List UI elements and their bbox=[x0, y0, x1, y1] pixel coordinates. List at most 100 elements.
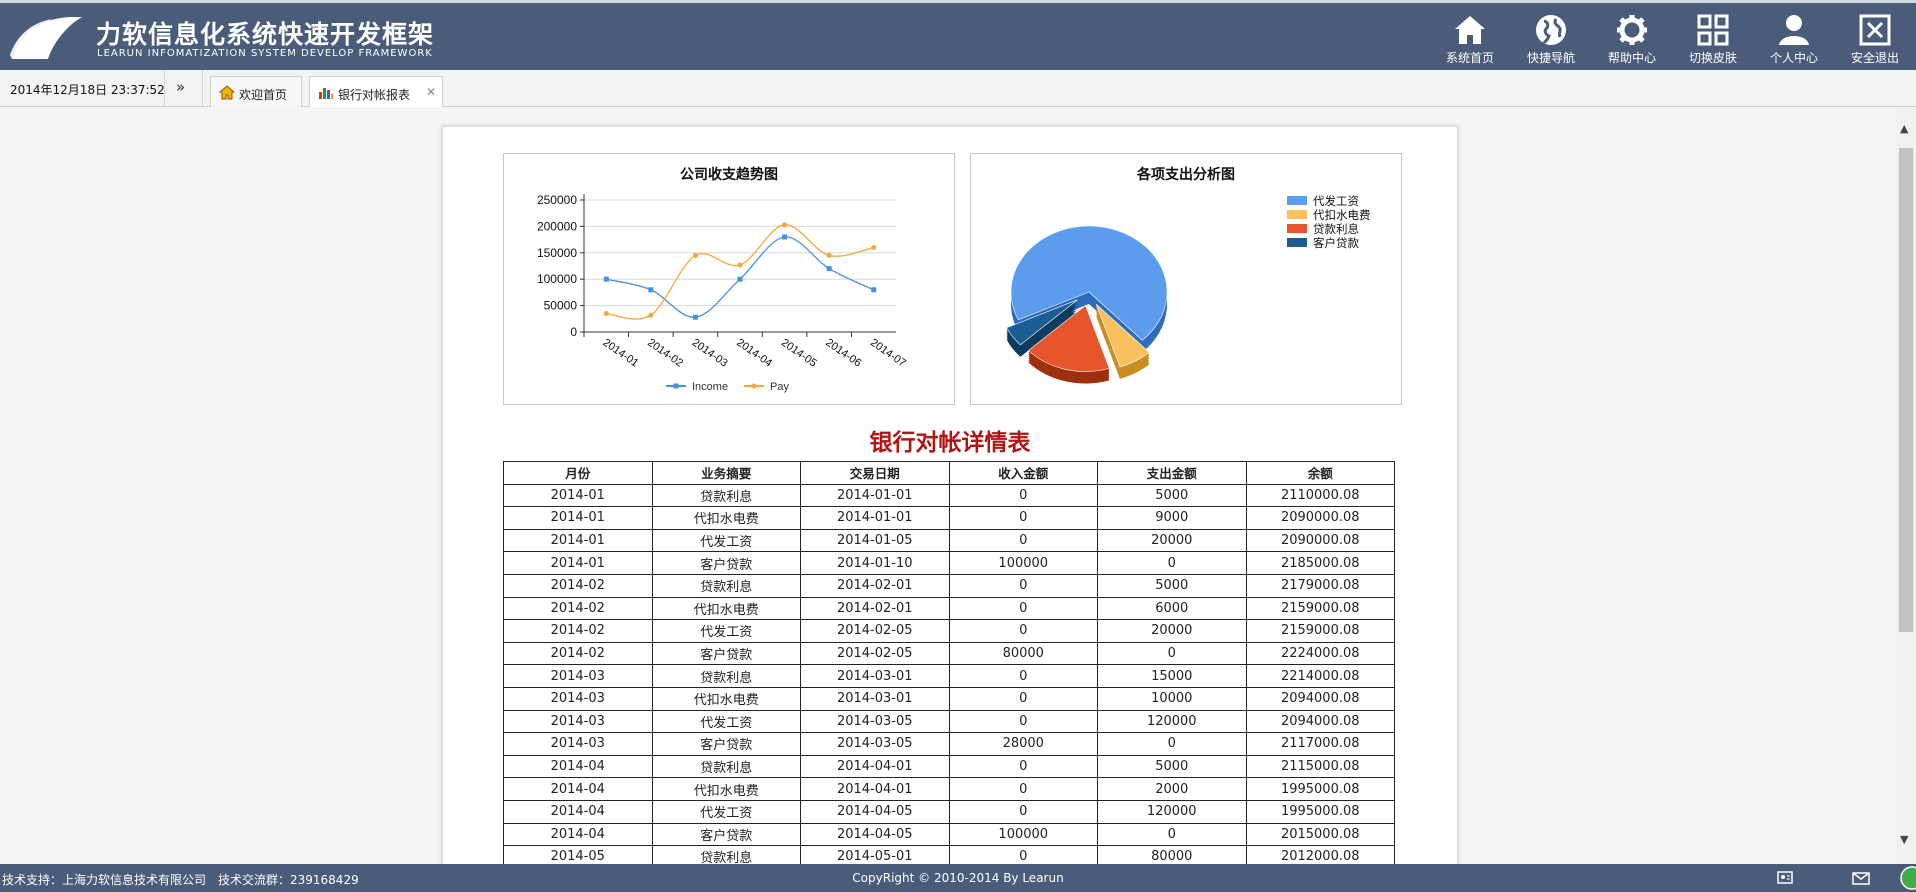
y-tick-label: 250000 bbox=[537, 193, 577, 207]
table-cell: 0 bbox=[948, 506, 1098, 530]
table-body: 2014-01 贷款利息 2014-01-01 0 5000 2110000.08 2014… bbox=[503, 483, 1395, 864]
bar-chart-icon bbox=[319, 88, 333, 99]
tab-bank-report-label: 银行对帐报表 bbox=[338, 88, 411, 102]
x-tick-label: 2014-01 bbox=[601, 337, 641, 370]
pie-legend-label: 代扣水电费 bbox=[1313, 208, 1371, 222]
table-cell: 2014-03 bbox=[503, 709, 653, 734]
table-row: 2014-02 代发工资 2014-02-05 0 20000 2159000.08 bbox=[503, 619, 1395, 643]
table-cell: 2014-04-05 bbox=[800, 822, 950, 847]
table-row: 2014-03 贷款利息 2014-03-01 0 15000 2214000.08 bbox=[503, 664, 1395, 688]
legend-swatch bbox=[1287, 196, 1307, 205]
table-cell: 2014-04 bbox=[503, 754, 653, 779]
income-point bbox=[826, 266, 832, 272]
table-cell: 2014-03-05 bbox=[800, 732, 950, 756]
series-line-pay bbox=[606, 224, 874, 320]
line-chart: 0500001000001500002000002500002014-01 201… bbox=[537, 193, 908, 393]
nav-home-button[interactable]: 系统首页 bbox=[1429, 9, 1511, 67]
table-cell: 代发工资 bbox=[651, 619, 801, 643]
table-cell: 贷款利息 bbox=[651, 664, 801, 688]
tabs-scroll-button[interactable]: » bbox=[176, 78, 185, 96]
income-point bbox=[692, 314, 698, 320]
scroll-thumb[interactable] bbox=[1899, 148, 1913, 632]
table-cell: 2014-02-01 bbox=[800, 596, 950, 621]
table-cell: 2014-02-05 bbox=[800, 619, 950, 643]
income-point bbox=[603, 276, 609, 282]
online-status-icon[interactable] bbox=[1898, 866, 1916, 890]
table-cell: 0 bbox=[948, 573, 1098, 598]
report-page: 公司收支趋势图 0 50000 100000 150000 200000 250000 20… bbox=[442, 126, 1458, 864]
table-row: 2014-02 代扣水电费 2014-02-01 0 6000 2159000.08 bbox=[503, 596, 1395, 621]
report-title: 银行对帐详情表 bbox=[869, 429, 1031, 456]
table-cell: 80000 bbox=[1097, 845, 1247, 864]
gear-icon bbox=[1617, 15, 1647, 45]
x-tick-label: 2014-07 bbox=[868, 337, 908, 370]
contact-card-icon[interactable] bbox=[1777, 870, 1793, 884]
nav-help-label: 帮助中心 bbox=[1607, 51, 1656, 65]
table-cell: 贷款利息 bbox=[651, 754, 801, 779]
column-header: 业务摘要 bbox=[651, 461, 801, 485]
table-cell: 2094000.08 bbox=[1245, 686, 1395, 711]
table-cell: 2015000.08 bbox=[1245, 822, 1395, 847]
table-cell: 2115000.08 bbox=[1245, 754, 1395, 779]
table-cell: 2214000.08 bbox=[1245, 664, 1395, 688]
income-point bbox=[737, 276, 743, 282]
nav-logout-button[interactable]: 安全退出 bbox=[1834, 9, 1916, 67]
table-cell: 2014-04-05 bbox=[800, 799, 950, 824]
table-cell: 120000 bbox=[1097, 709, 1247, 734]
datetime-display: 2014年12月18日 23:37:52 bbox=[10, 83, 165, 97]
table-cell: 2014-02 bbox=[503, 573, 653, 598]
table-cell: 0 bbox=[948, 664, 1098, 688]
table-cell: 0 bbox=[948, 799, 1098, 824]
line-chart-panel: 公司收支趋势图 0 50000 100000 150000 200000 250000 20… bbox=[503, 153, 955, 405]
table-cell: 客户贷款 bbox=[651, 732, 801, 756]
table-cell: 2014-05 bbox=[503, 845, 653, 864]
table-cell: 20000 bbox=[1097, 528, 1247, 553]
scroll-down-button[interactable]: ▼ bbox=[1900, 833, 1908, 846]
table-cell: 0 bbox=[1097, 732, 1247, 756]
table-cell: 客户贷款 bbox=[651, 641, 801, 666]
income-point bbox=[871, 287, 877, 293]
table-cell: 贷款利息 bbox=[651, 483, 801, 508]
table-cell: 0 bbox=[948, 483, 1098, 508]
table-cell: 2000 bbox=[1097, 777, 1247, 801]
tab-welcome[interactable]: 欢迎首页 bbox=[210, 76, 302, 107]
table-cell: 1995000.08 bbox=[1245, 799, 1395, 824]
mail-icon[interactable] bbox=[1852, 872, 1870, 885]
table-cell: 15000 bbox=[1097, 664, 1247, 688]
pie-legend-label: 客户贷款 bbox=[1313, 236, 1359, 250]
table-cell: 1995000.08 bbox=[1245, 777, 1395, 801]
nav-help-button[interactable]: 帮助中心 bbox=[1591, 9, 1673, 67]
nav-quick-button[interactable]: 快捷导航 bbox=[1510, 9, 1592, 67]
user-icon bbox=[1779, 15, 1809, 45]
y-tick-label: 150000 bbox=[537, 246, 577, 260]
table-cell: 2014-03-01 bbox=[800, 686, 950, 711]
table-cell: 代扣水电费 bbox=[651, 686, 801, 711]
table-cell: 客户贷款 bbox=[651, 551, 801, 575]
nav-profile-button[interactable]: 个人中心 bbox=[1753, 9, 1835, 67]
table-cell: 2014-04 bbox=[503, 777, 653, 801]
legend-marker bbox=[673, 383, 679, 389]
pay-point bbox=[871, 245, 877, 251]
tab-close-icon[interactable]: ✕ bbox=[426, 85, 436, 99]
table-cell: 客户贷款 bbox=[651, 822, 801, 847]
column-header: 余额 bbox=[1245, 461, 1395, 485]
table-cell: 2014-02-01 bbox=[800, 573, 950, 598]
vertical-scrollbar[interactable]: ▲ ▼ bbox=[1896, 108, 1916, 864]
globe-icon bbox=[1536, 15, 1566, 45]
table-cell: 代发工资 bbox=[651, 709, 801, 734]
content-area: 公司收支趋势图 0 50000 100000 150000 200000 250000 20… bbox=[0, 108, 1916, 864]
table-cell: 2014-04-01 bbox=[800, 754, 950, 779]
tab-bank-report[interactable]: 银行对帐报表 ✕ bbox=[309, 76, 443, 107]
pay-point bbox=[692, 252, 698, 258]
table-cell: 代扣水电费 bbox=[651, 777, 801, 801]
y-tick-label: 0 bbox=[570, 325, 577, 339]
table-cell: 2090000.08 bbox=[1245, 506, 1395, 530]
table-cell: 2014-02 bbox=[503, 596, 653, 621]
table-cell: 0 bbox=[1097, 551, 1247, 575]
nav-skin-button[interactable]: 切换皮肤 bbox=[1672, 9, 1754, 67]
learun-logo bbox=[10, 17, 82, 59]
scroll-up-button[interactable]: ▲ bbox=[1900, 122, 1908, 135]
table-cell: 9000 bbox=[1097, 506, 1247, 530]
table-cell: 代扣水电费 bbox=[651, 596, 801, 621]
divider bbox=[164, 70, 165, 107]
